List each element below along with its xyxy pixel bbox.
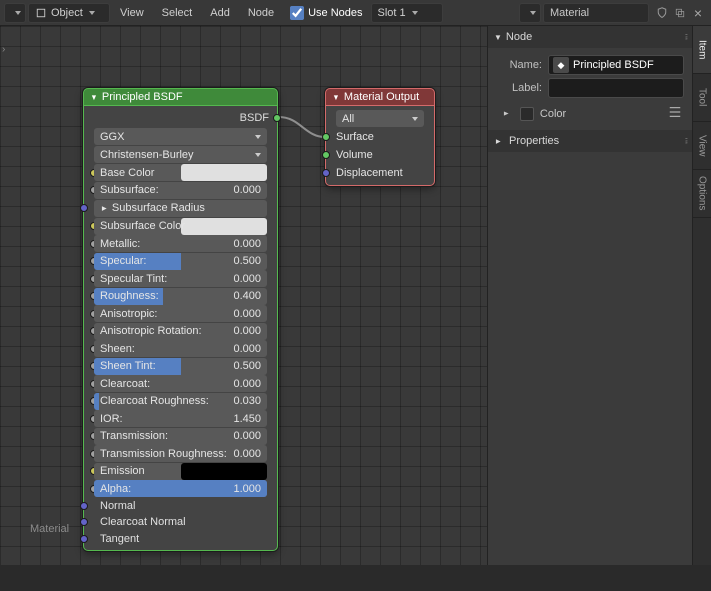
prop-sheen-[interactable]: Sheen: 0.000 [94, 340, 267, 357]
use-color-checkbox[interactable] [520, 107, 534, 121]
mode-dropdown[interactable]: Object [28, 3, 110, 23]
preset-menu-icon[interactable] [668, 105, 682, 122]
socket-in-icon[interactable] [322, 169, 330, 177]
properties-panel-header[interactable]: ▼ Properties ፧፧፧ [488, 130, 692, 152]
material-output-node[interactable]: ▼Material Output All Surface Volume Disp… [325, 88, 435, 186]
editor-type-dropdown[interactable] [4, 3, 26, 23]
socket-in-icon[interactable] [322, 151, 330, 159]
prop-subsurface-radius[interactable]: ▼Subsurface Radius [94, 200, 267, 217]
target-dropdown[interactable]: All [336, 110, 424, 127]
header-bar: Object View Select Add Node Use Nodes Sl… [0, 0, 711, 26]
prop-specular-[interactable]: Specular: 0.500 [94, 253, 267, 270]
color-swatch[interactable] [181, 164, 267, 181]
prop-anisotropic-rotation-[interactable]: Anisotropic Rotation: 0.000 [94, 323, 267, 340]
fake-user-icon[interactable] [653, 4, 671, 22]
socket-in-icon[interactable] [322, 133, 330, 141]
prop-metallic-[interactable]: Metallic: 0.000 [94, 235, 267, 252]
prop-transmission-roughness-[interactable]: Transmission Roughness: 0.000 [94, 445, 267, 462]
breadcrumb-chevron-icon[interactable]: › [2, 44, 5, 55]
node-type-icon: ◆ [553, 57, 569, 73]
prop-transmission-[interactable]: Transmission: 0.000 [94, 428, 267, 445]
prop-base-color[interactable]: Base Color [94, 164, 267, 181]
panel-grip-icon[interactable]: ፧፧፧ [685, 136, 686, 147]
unlink-icon[interactable]: × [689, 4, 707, 22]
color-expand-icon[interactable]: ▼ [501, 110, 510, 117]
prop-ior-[interactable]: IOR: 1.450 [94, 410, 267, 427]
material-browse-button[interactable] [519, 3, 541, 23]
use-nodes-label: Use Nodes [308, 7, 362, 19]
prop-clearcoat-normal[interactable]: Clearcoat Normal [84, 514, 277, 530]
duplicate-icon[interactable] [671, 4, 689, 22]
bsdf-output-socket[interactable]: BSDF [84, 109, 277, 127]
mode-label: Object [51, 7, 83, 19]
tab-item[interactable]: Item [693, 26, 711, 74]
node-name-input[interactable]: ◆ Principled BSDF [548, 55, 684, 75]
material-name-value: Material [550, 7, 589, 19]
color-swatch[interactable] [181, 463, 267, 480]
color-swatch[interactable] [181, 218, 267, 235]
prop-clearcoat-roughness-[interactable]: Clearcoat Roughness: 0.030 [94, 393, 267, 410]
prop-clearcoat-[interactable]: Clearcoat: 0.000 [94, 375, 267, 392]
tab-options[interactable]: Options [693, 170, 711, 218]
menu-view[interactable]: View [112, 7, 152, 19]
node-label-input[interactable] [548, 78, 684, 98]
socket-in-icon[interactable] [80, 518, 88, 526]
socket-in-icon[interactable] [80, 204, 88, 212]
slot-label: Slot 1 [378, 7, 406, 19]
surface-input-socket[interactable]: Surface [326, 128, 434, 146]
material-path-label: Material [30, 523, 69, 535]
node-panel-header[interactable]: ▼Node ፧፧፧ [488, 26, 692, 48]
name-field-label: Name: [496, 59, 542, 71]
menu-node[interactable]: Node [240, 7, 282, 19]
prop-alpha-[interactable]: Alpha: 1.000 [94, 480, 267, 497]
menu-select[interactable]: Select [154, 7, 201, 19]
node-canvas[interactable]: › Material ▼Principled BSDF BSDF GGX Chr… [0, 26, 487, 565]
socket-in-icon[interactable] [80, 502, 88, 510]
distribution-dropdown[interactable]: GGX [94, 128, 267, 145]
prop-tangent[interactable]: Tangent [84, 531, 277, 547]
color-label: Color [540, 108, 566, 120]
material-output-title[interactable]: ▼Material Output [325, 88, 435, 106]
sidebar-tabstrip: Item Tool View Options [692, 26, 711, 565]
socket-in-icon[interactable] [80, 535, 88, 543]
tab-tool[interactable]: Tool [693, 74, 711, 122]
menu-add[interactable]: Add [202, 7, 238, 19]
panel-grip-icon[interactable]: ፧፧፧ [685, 32, 686, 43]
prop-anisotropic-[interactable]: Anisotropic: 0.000 [94, 305, 267, 322]
label-field-label: Label: [496, 82, 542, 94]
prop-sheen-tint-[interactable]: Sheen Tint: 0.500 [94, 358, 267, 375]
volume-input-socket[interactable]: Volume [326, 146, 434, 164]
prop-specular-tint-[interactable]: Specular Tint: 0.000 [94, 270, 267, 287]
principled-bsdf-node[interactable]: ▼Principled BSDF BSDF GGX Christensen-Bu… [83, 88, 278, 551]
prop-subsurface-[interactable]: Subsurface: 0.000 [94, 182, 267, 199]
tab-view[interactable]: View [693, 122, 711, 170]
slot-dropdown[interactable]: Slot 1 [371, 3, 443, 23]
prop-emission[interactable]: Emission [94, 463, 267, 480]
displacement-input-socket[interactable]: Displacement [326, 164, 434, 182]
bsdf-node-title[interactable]: ▼Principled BSDF [83, 88, 278, 106]
prop-subsurface-color[interactable]: Subsurface Color [94, 218, 267, 235]
prop-roughness-[interactable]: Roughness: 0.400 [94, 288, 267, 305]
socket-out-icon[interactable] [273, 114, 281, 122]
sss-method-dropdown[interactable]: Christensen-Burley [94, 146, 267, 163]
material-name-field[interactable]: Material [543, 3, 649, 23]
sidebar: ▼Node ፧፧፧ Name: ◆ Principled BSDF Label:… [487, 26, 692, 565]
use-nodes-checkbox[interactable] [290, 6, 304, 20]
use-nodes-toggle[interactable]: Use Nodes [284, 6, 368, 20]
prop-normal[interactable]: Normal [84, 498, 277, 514]
